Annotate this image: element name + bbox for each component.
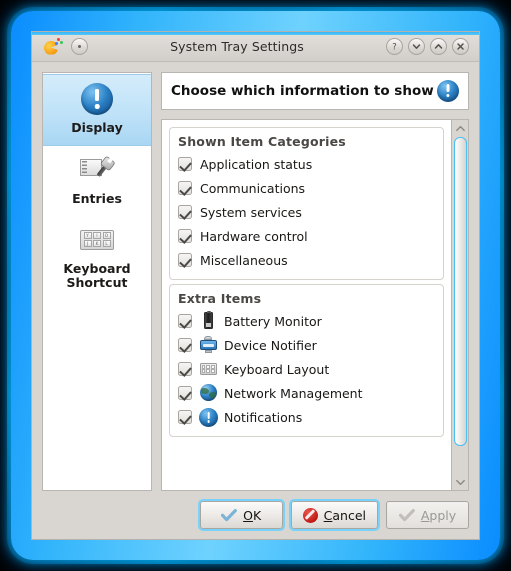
checkbox[interactable] [178, 338, 192, 352]
checkbox-row-device-notifier[interactable]: Device Notifier [178, 333, 435, 357]
group-extra-items: Extra Items Battery Monitor Device Notif… [169, 284, 444, 437]
settings-window: System Tray Settings ? Display Entries Y… [31, 31, 480, 540]
svg-text:?: ? [392, 42, 397, 52]
chevron-down-icon[interactable] [453, 474, 468, 490]
window-title: System Tray Settings [170, 39, 304, 54]
vertical-scrollbar[interactable] [452, 119, 469, 491]
scrollbar-thumb[interactable] [453, 137, 467, 447]
cancel-button-label: Cancel [323, 507, 366, 523]
checkbox-label: Network Management [224, 385, 363, 401]
checkbox-label: Hardware control [200, 228, 308, 244]
ok-button[interactable]: OK [197, 499, 285, 531]
checkbox[interactable] [178, 181, 192, 195]
checkbox-label: System services [200, 204, 302, 220]
checkbox-row-keyboard-layout[interactable]: Keyboard Layout [178, 357, 435, 381]
info-circle-icon [199, 408, 218, 427]
sidebar-item-entries[interactable]: Entries [43, 146, 151, 216]
group-shown-item-categories: Shown Item Categories Application status… [169, 127, 444, 280]
globe-icon [199, 384, 217, 402]
device-monitor-icon [199, 336, 217, 354]
sidebar-item-display[interactable]: Display [43, 74, 151, 146]
battery-icon [199, 310, 217, 330]
checkbox[interactable] [178, 314, 192, 328]
checkbox[interactable] [178, 205, 192, 219]
keyboard-icon: YIO JKL [47, 223, 147, 257]
dialog-buttons: OK Cancel Apply [32, 499, 479, 539]
minimize-button[interactable] [408, 38, 425, 55]
ok-button-label: OK [243, 507, 262, 523]
checkbox-row-system-services[interactable]: System services [178, 200, 435, 224]
settings-sidebar: Display Entries YIO JKL Keyboard Shortcu… [42, 72, 152, 491]
options-list: Shown Item Categories Application status… [161, 119, 452, 491]
checkbox-label: Miscellaneous [200, 252, 288, 268]
info-circle-icon [47, 82, 147, 116]
checkbox-row-hardware-control[interactable]: Hardware control [178, 224, 435, 248]
sidebar-item-label: Display [71, 120, 123, 135]
chevron-up-icon[interactable] [453, 120, 468, 136]
checkbox-row-communications[interactable]: Communications [178, 176, 435, 200]
apply-button-label: Apply [420, 507, 457, 523]
checkbox[interactable] [178, 410, 192, 424]
page-title: Choose which information to show [171, 83, 434, 99]
check-icon [221, 508, 238, 521]
content-header: Choose which information to show [161, 72, 469, 110]
sidebar-item-label: Keyboard Shortcut [63, 260, 131, 291]
close-button[interactable] [452, 38, 469, 55]
checkbox[interactable] [178, 362, 192, 376]
checkbox-label: Keyboard Layout [224, 361, 330, 377]
keyboard-layout-icon [199, 360, 217, 378]
maximize-button[interactable] [430, 38, 447, 55]
window-controls: ? [386, 38, 469, 55]
checkbox-row-application-status[interactable]: Application status [178, 152, 435, 176]
checkbox[interactable] [178, 157, 192, 171]
info-circle-icon [437, 80, 459, 102]
group-title: Extra Items [178, 291, 262, 306]
shade-button[interactable] [71, 38, 88, 55]
checkbox-label: Device Notifier [224, 337, 317, 353]
checkbox-row-miscellaneous[interactable]: Miscellaneous [178, 248, 435, 272]
cancel-icon [302, 507, 318, 523]
checkbox-row-battery-monitor[interactable]: Battery Monitor [178, 309, 435, 333]
scroll-area: Shown Item Categories Application status… [161, 119, 469, 491]
title-bar: System Tray Settings ? [32, 32, 479, 62]
sidebar-item-keyboard-shortcut[interactable]: YIO JKL Keyboard Shortcut [43, 216, 151, 301]
apply-button[interactable]: Apply [386, 501, 469, 529]
checkbox-label: Notifications [224, 409, 303, 425]
group-title: Shown Item Categories [178, 134, 346, 149]
checkbox-row-network-management[interactable]: Network Management [178, 381, 435, 405]
checkbox-row-notifications[interactable]: Notifications [178, 405, 435, 429]
checkbox-label: Application status [200, 156, 313, 172]
wrench-window-icon [47, 153, 147, 187]
checkbox[interactable] [178, 386, 192, 400]
settings-content: Choose which information to show Shown I… [161, 72, 469, 491]
checkbox-label: Communications [200, 180, 306, 196]
scrollbar-track[interactable] [453, 136, 468, 474]
app-icon [43, 37, 63, 57]
cancel-button[interactable]: Cancel [288, 499, 381, 531]
check-icon [398, 508, 415, 521]
checkbox-label: Battery Monitor [224, 313, 322, 329]
help-button[interactable]: ? [386, 38, 403, 55]
checkbox[interactable] [178, 253, 192, 267]
window-body: Display Entries YIO JKL Keyboard Shortcu… [32, 62, 479, 501]
sidebar-item-label: Entries [72, 190, 122, 206]
checkbox[interactable] [178, 229, 192, 243]
